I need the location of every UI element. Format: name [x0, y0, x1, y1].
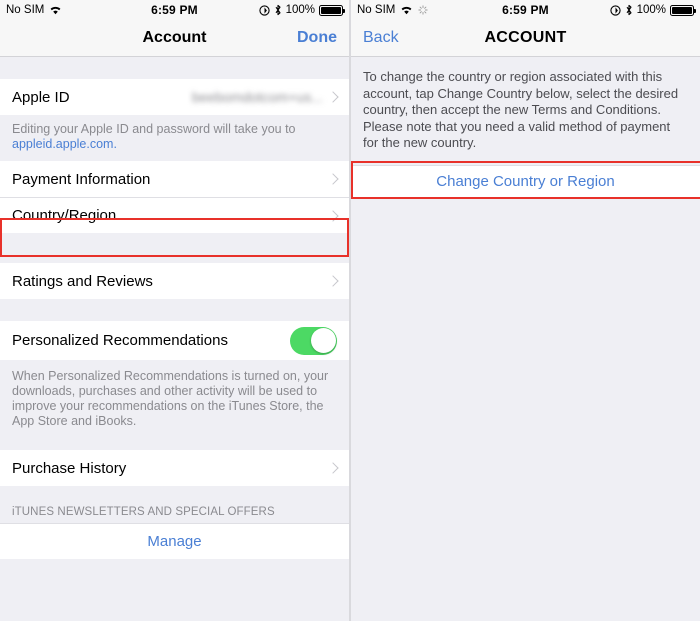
row-label: Ratings and Reviews	[12, 272, 153, 290]
bluetooth-icon	[625, 4, 633, 16]
change-country-or-region-button[interactable]: Change Country or Region	[351, 164, 700, 199]
personalized-footer: When Personalized Recommendations is tur…	[0, 360, 349, 438]
chevron-right-icon	[327, 173, 339, 185]
apple-id-group: Apple ID beebomdotcom+us...	[0, 79, 349, 115]
status-bar-left: No SIM 6:59 PM 100%	[0, 0, 349, 20]
section-spacer	[0, 299, 349, 321]
battery-icon	[670, 4, 697, 16]
status-bar-right: No SIM 6:59 PM 100%	[351, 0, 700, 20]
row-label: Apple ID	[12, 88, 70, 106]
personalized-recommendations-toggle[interactable]	[290, 326, 337, 355]
section-spacer	[0, 233, 349, 263]
nav-bar-right: Back ACCOUNT	[351, 20, 700, 57]
bluetooth-icon	[274, 4, 282, 16]
apple-id-footer: Editing your Apple ID and password will …	[0, 115, 349, 161]
dual-screenshot: No SIM 6:59 PM 100% Account Done Apple I…	[0, 0, 700, 621]
row-label: Personalized Recommendations	[12, 332, 228, 349]
account-description-text: To change the country or region associat…	[351, 57, 700, 152]
row-payment-information[interactable]: Payment Information	[0, 161, 349, 197]
row-country-region[interactable]: Country/Region	[0, 197, 349, 233]
top-spacer	[0, 57, 349, 79]
ratings-group: Ratings and Reviews	[0, 263, 349, 299]
apple-id-value: beebomdotcom+us...	[191, 89, 323, 105]
row-apple-id[interactable]: Apple ID beebomdotcom+us...	[0, 79, 349, 115]
nav-bar-left: Account Done	[0, 20, 349, 57]
bottom-spacer	[0, 559, 349, 583]
battery-icon	[319, 4, 346, 16]
location-icon	[258, 4, 270, 16]
done-button[interactable]: Done	[297, 29, 337, 47]
row-personalized-recommendations[interactable]: Personalized Recommendations	[0, 321, 349, 360]
page-title: ACCOUNT	[484, 29, 567, 46]
row-label: Payment Information	[12, 170, 151, 188]
section-spacer	[0, 438, 349, 450]
status-right-group: 100%	[258, 4, 346, 16]
chevron-right-icon	[327, 209, 339, 222]
location-icon	[609, 4, 621, 16]
row-ratings-and-reviews[interactable]: Ratings and Reviews	[0, 263, 349, 299]
chevron-right-icon	[327, 91, 339, 103]
status-right-group: 100%	[609, 4, 697, 16]
personalized-group: Personalized Recommendations	[0, 321, 349, 360]
apple-id-footer-text: Editing your Apple ID and password will …	[12, 122, 296, 136]
manage-link[interactable]: Manage	[0, 523, 349, 559]
purchase-history-group: Purchase History	[0, 450, 349, 486]
newsletters-section-header: iTUNES NEWSLETTERS AND SPECIAL OFFERS	[0, 486, 349, 523]
battery-percent-label: 100%	[285, 4, 315, 16]
chevron-right-icon	[327, 462, 339, 474]
row-label: Purchase History	[12, 459, 127, 477]
row-label: Country/Region	[12, 207, 117, 224]
right-phone-screen: No SIM 6:59 PM 100% Back ACCOUNT To chan…	[351, 0, 700, 621]
payment-country-group: Payment Information Country/Region	[0, 161, 349, 233]
settings-list-left[interactable]: Apple ID beebomdotcom+us... Editing your…	[0, 57, 349, 621]
left-phone-screen: No SIM 6:59 PM 100% Account Done Apple I…	[0, 0, 349, 621]
chevron-right-icon	[327, 275, 339, 287]
account-detail-content: To change the country or region associat…	[351, 57, 700, 621]
row-purchase-history[interactable]: Purchase History	[0, 450, 349, 486]
appleid-link[interactable]: appleid.apple.com.	[12, 137, 117, 151]
battery-percent-label: 100%	[636, 4, 666, 16]
back-button[interactable]: Back	[363, 29, 399, 47]
